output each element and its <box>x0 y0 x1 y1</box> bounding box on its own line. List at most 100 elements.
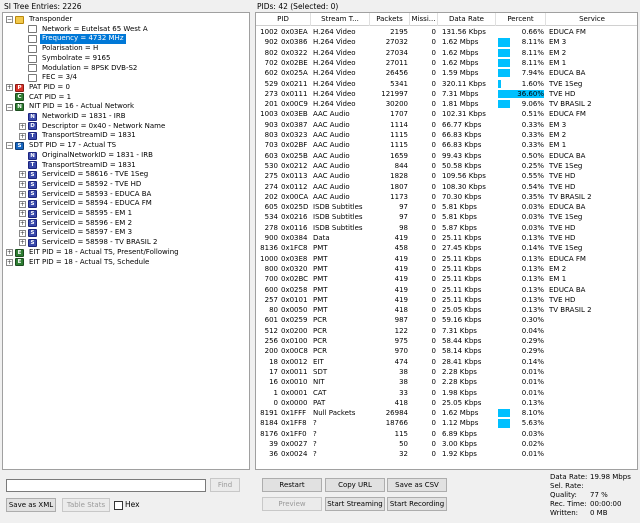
table-row[interactable]: 530 0x0212 AAC Audio 844 0 50.58 Kbps TVE 1Seg… <box>256 161 637 171</box>
tree-node[interactable]: − Transponder <box>6 15 74 25</box>
search-input[interactable] <box>6 479 206 492</box>
tree-node[interactable]: + D Descriptor = 0x40 - Network Name <box>19 122 167 132</box>
table-row[interactable]: 257 0x0101 PMT 419 0 25.11 Kbps TVE HD 0.13% <box>256 295 637 305</box>
table-stats-button[interactable]: Table Stats <box>62 498 110 512</box>
table-row[interactable]: 1000 0x03E8 PMT 419 0 25.11 Kbps EDUCA FM 0.13% <box>256 254 637 264</box>
expand-icon[interactable]: + <box>6 84 13 92</box>
table-row[interactable]: 800 0x0320 PMT 419 0 25.11 Kbps EM 2 0.13% <box>256 264 637 274</box>
save-as-xml-button[interactable]: Save as XML <box>6 498 56 512</box>
find-button[interactable]: Find <box>210 478 240 492</box>
table-row[interactable]: 274 0x0112 AAC Audio 1807 0 108.30 Kbps TVE HD… <box>256 182 637 192</box>
table-row[interactable]: 8136 0x1FC8 PMT 458 0 27.45 Kbps TVE 1Seg 0.14% <box>256 243 637 253</box>
table-row[interactable]: 18 0x0012 EIT 474 0 28.41 Kbps 0.14% <box>256 357 637 367</box>
tree-node[interactable]: N NetworkID = 1831 - IRB <box>19 112 128 122</box>
table-row[interactable]: 17 0x0011 SDT 38 0 2.28 Kbps 0.01% <box>256 367 637 377</box>
table-row[interactable]: 534 0x0216 ISDB Subtitles 97 0 5.81 Kbps TVE 1… <box>256 212 637 222</box>
si-tree-panel[interactable]: − Transponder Network = Eutelsat 65 West A… <box>2 12 250 470</box>
expand-icon[interactable]: + <box>19 122 26 130</box>
column-header-missing[interactable]: Missi... <box>410 13 438 26</box>
tree-node[interactable]: + E EIT PID = 18 - Actual TS, Present/Foll… <box>6 248 181 258</box>
tree-node[interactable]: + S ServiceID = 58593 - EDUCA BA <box>19 190 153 200</box>
table-row[interactable]: 8176 0x1FF0? 115 0 6.89 Kbps 0.03% <box>256 429 637 439</box>
tree-node[interactable]: + S ServiceID = 58592 - TVE HD <box>19 180 143 190</box>
tree-node[interactable]: Symbolrate = 9165 <box>19 54 112 64</box>
table-row[interactable]: 16 0x0010 NIT 38 0 2.28 Kbps 0.01% <box>256 377 637 387</box>
table-row[interactable]: 8184 0x1FF8? 18766 0 1.12 Mbps 5.63% <box>256 418 637 428</box>
column-header-data-rate[interactable]: Data Rate <box>438 13 496 26</box>
table-row[interactable]: 703 0x02BF AAC Audio 1115 0 66.83 Kbps EM 1 0.3… <box>256 140 637 150</box>
tree-node[interactable]: + S ServiceID = 58595 - EM 1 <box>19 209 134 219</box>
table-row[interactable]: 902 0x0386 H.264 Video 27032 0 1.62 Mbps EM 3 8… <box>256 37 637 47</box>
table-row[interactable]: 702 0x02BE H.264 Video 27011 0 1.62 Mbps EM 1 8… <box>256 58 637 68</box>
table-row[interactable]: 0 0x0000 PAT 418 0 25.05 Kbps 0.13% <box>256 398 637 408</box>
tree-node[interactable]: + S ServiceID = 58594 - EDUCA FM <box>19 199 154 209</box>
expand-icon[interactable]: + <box>19 171 26 179</box>
pid-table[interactable]: PID Stream T... Packets Missi... Data Ra… <box>255 12 638 470</box>
expand-icon[interactable]: + <box>19 200 26 208</box>
tree-node[interactable]: + E EIT PID = 18 - Actual TS, Schedule <box>6 258 151 268</box>
table-row[interactable]: 1003 0x03EB AAC Audio 1707 0 102.31 Kbps EDUCA… <box>256 109 637 119</box>
save-as-csv-button[interactable]: Save as CSV <box>387 478 447 492</box>
expand-icon[interactable]: + <box>19 239 26 247</box>
column-header-pid[interactable]: PID <box>256 13 311 26</box>
preview-button[interactable]: Preview <box>262 497 322 511</box>
table-row[interactable]: 80 0x0050 PMT 418 0 25.05 Kbps TV BRASIL 2 0.13… <box>256 305 637 315</box>
table-row[interactable]: 200 0x00C8 PCR 970 0 58.14 Kbps 0.29% <box>256 346 637 356</box>
column-header-percent[interactable]: Percent <box>496 13 546 26</box>
hex-checkbox[interactable] <box>114 501 123 510</box>
table-row[interactable]: 803 0x0323 AAC Audio 1115 0 66.83 Kbps EM 2 0.3… <box>256 130 637 140</box>
tree-node[interactable]: + P PAT PID = 0 <box>6 83 72 93</box>
table-row[interactable]: 903 0x0387 AAC Audio 1114 0 66.77 Kbps EM 3 0.3… <box>256 120 637 130</box>
table-row[interactable]: 1002 0x03EA H.264 Video 2195 0 131.56 Kbps EDU… <box>256 27 637 37</box>
collapse-icon[interactable]: − <box>6 16 13 24</box>
column-header-service[interactable]: Service <box>546 13 637 26</box>
table-row[interactable]: 900 0x0384 Data 419 0 25.11 Kbps TVE HD 0.13% <box>256 233 637 243</box>
table-row[interactable]: 603 0x025B AAC Audio 1659 0 99.43 Kbps EDUCA B… <box>256 151 637 161</box>
table-row[interactable]: 39 0x0027? 50 0 3.00 Kbps 0.02% <box>256 439 637 449</box>
tree-node[interactable]: FEC = 3/4 <box>19 73 79 83</box>
table-row[interactable]: 602 0x025A H.264 Video 26456 0 1.59 Mbps EDUCA… <box>256 68 637 78</box>
table-row[interactable]: 8191 0x1FFF Null Packets 26984 0 1.62 Mbps 8.1… <box>256 408 637 418</box>
table-row[interactable]: 700 0x02BC PMT 419 0 25.11 Kbps EM 1 0.13% <box>256 274 637 284</box>
restart-button[interactable]: Restart <box>262 478 322 492</box>
tree-node[interactable]: N OriginalNetworkID = 1831 - IRB <box>19 151 155 161</box>
expand-icon[interactable]: + <box>19 181 26 189</box>
table-row[interactable]: 512 0x0200 PCR 122 0 7.31 Kbps 0.04% <box>256 326 637 336</box>
table-row[interactable]: 273 0x0111 H.264 Video 121997 0 7.31 Mbps TVE … <box>256 89 637 99</box>
tree-node[interactable]: Modulation = 8PSK DVB-S2 <box>19 64 139 74</box>
tree-node[interactable]: − S SDT PID = 17 - Actual TS <box>6 141 118 151</box>
table-row[interactable]: 605 0x025D ISDB Subtitles 97 0 5.81 Kbps EDUCA… <box>256 202 637 212</box>
expand-icon[interactable]: + <box>19 132 26 140</box>
collapse-icon[interactable]: − <box>6 142 13 150</box>
copy-url-button[interactable]: Copy URL <box>325 478 385 492</box>
tree-node[interactable]: Frequency = 4732 MHz <box>19 34 126 44</box>
expand-icon[interactable]: + <box>6 258 13 266</box>
expand-icon[interactable]: + <box>19 219 26 227</box>
tree-node[interactable]: + S ServiceID = 58596 - EM 2 <box>19 219 134 229</box>
expand-icon[interactable]: + <box>19 210 26 218</box>
tree-node[interactable]: − N NIT PID = 16 - Actual Network <box>6 102 136 112</box>
table-row[interactable]: 275 0x0113 AAC Audio 1828 0 109.56 Kbps TVE HD… <box>256 171 637 181</box>
table-row[interactable]: 202 0x00CA AAC Audio 1173 0 70.30 Kbps TV BRAS… <box>256 192 637 202</box>
table-row[interactable]: 802 0x0322 H.264 Video 27034 0 1.62 Mbps EM 2 8… <box>256 48 637 58</box>
table-row[interactable]: 256 0x0100 PCR 975 0 58.44 Kbps 0.29% <box>256 336 637 346</box>
table-row[interactable]: 1 0x0001 CAT 33 0 1.98 Kbps 0.01% <box>256 388 637 398</box>
tree-node[interactable]: Network = Eutelsat 65 West A <box>19 25 150 35</box>
expand-icon[interactable]: + <box>6 249 13 257</box>
table-row[interactable]: 600 0x0258 PMT 419 0 25.11 Kbps EDUCA BA 0.13% <box>256 285 637 295</box>
collapse-icon[interactable]: − <box>6 103 13 111</box>
tree-node[interactable]: + S ServiceID = 58597 - EM 3 <box>19 228 134 238</box>
tree-node[interactable]: + S ServiceID = 58616 - TVE 1Seg <box>19 170 150 180</box>
table-row[interactable]: 278 0x0116 ISDB Subtitles 98 0 5.87 Kbps TVE H… <box>256 223 637 233</box>
expand-icon[interactable]: + <box>19 190 26 198</box>
table-row[interactable]: 36 0x0024? 32 0 1.92 Kbps 0.01% <box>256 449 637 459</box>
tree-node[interactable]: + S ServiceID = 58598 - TV BRASIL 2 <box>19 238 159 248</box>
tree-node[interactable]: + T TransportStreamID = 1831 <box>19 131 138 141</box>
table-row[interactable]: 201 0x00C9 H.264 Video 30200 0 1.81 Mbps TV BR… <box>256 99 637 109</box>
table-row[interactable]: 529 0x0211 H.264 Video 5341 0 320.11 Kbps TVE … <box>256 79 637 89</box>
column-header-packets[interactable]: Packets <box>370 13 410 26</box>
column-header-stream-type[interactable]: Stream T... <box>311 13 370 26</box>
tree-node[interactable]: C CAT PID = 1 <box>6 93 73 103</box>
table-row[interactable]: 601 0x0259 PCR 987 0 59.16 Kbps 0.30% <box>256 315 637 325</box>
expand-icon[interactable]: + <box>19 229 26 237</box>
